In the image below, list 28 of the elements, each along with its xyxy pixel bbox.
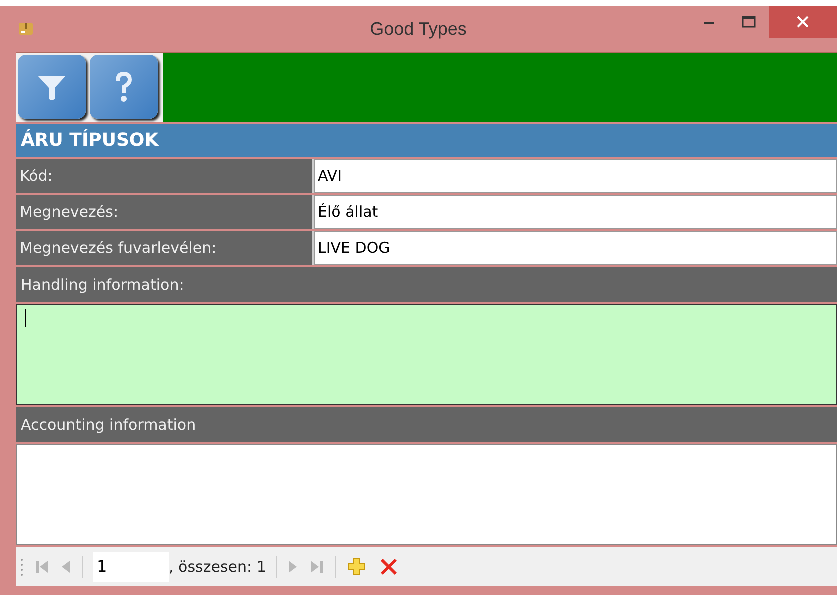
field-label: Megnevezés fuvarlevélen: [16, 231, 312, 265]
close-icon [797, 16, 809, 28]
record-count: , összesen: 1 [169, 558, 266, 576]
filter-button[interactable] [18, 55, 86, 119]
maximize-icon [742, 16, 756, 28]
input-field[interactable]: LIVE DOG [314, 231, 837, 265]
plus-icon [348, 558, 366, 576]
field-label: Megnevezés: [16, 195, 312, 229]
memo-header: Handling information: [16, 267, 837, 302]
input-field[interactable]: AVI [314, 159, 837, 193]
text-cursor [25, 309, 26, 327]
memo-header: Accounting information [16, 407, 837, 442]
add-button[interactable] [346, 556, 368, 578]
help-button[interactable] [90, 55, 158, 119]
field-label: Kód: [16, 159, 312, 193]
next-icon [289, 560, 298, 574]
first-icon [36, 560, 48, 574]
window-title: Good Types [369, 18, 468, 40]
position-field[interactable]: 1 [93, 552, 169, 582]
section-header: ÁRU TÍPUSOK [16, 124, 837, 157]
input-field[interactable]: Élő állat [314, 195, 837, 229]
last-icon [311, 560, 324, 574]
text-area[interactable] [16, 304, 837, 405]
previous-icon [62, 560, 70, 574]
cross-icon [380, 558, 398, 576]
grip-icon [20, 556, 24, 576]
package-icon [18, 21, 34, 37]
close-button[interactable] [769, 6, 837, 38]
